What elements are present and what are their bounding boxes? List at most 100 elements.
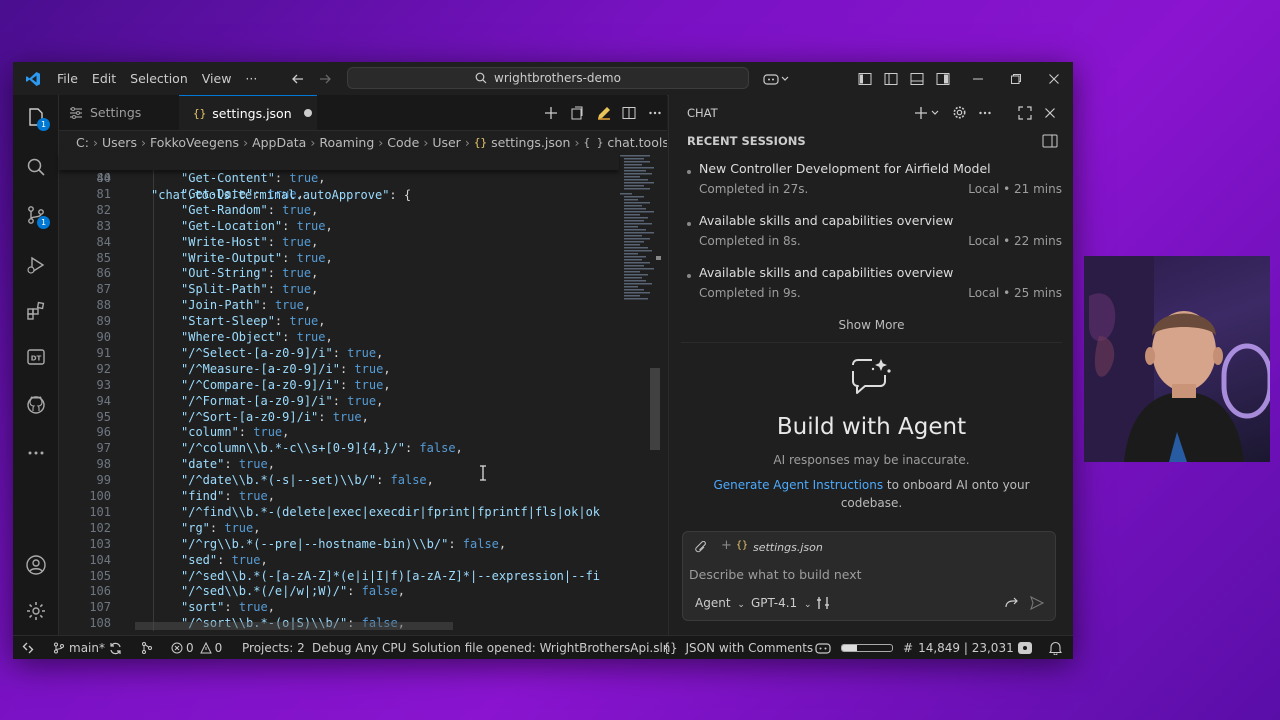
menu-view[interactable]: View xyxy=(195,71,239,86)
minimap[interactable] xyxy=(612,153,667,635)
code-line[interactable]: 90 "Where-Object": true, xyxy=(59,329,619,345)
breadcrumb-user-folder[interactable]: FokkoVeegens xyxy=(150,135,239,150)
delegate-arrow-icon[interactable] xyxy=(1005,595,1019,614)
code-line[interactable]: 93 "/^Compare-[a-z0-9]/i": true, xyxy=(59,376,619,393)
account-icon[interactable] xyxy=(13,545,58,585)
breadcrumb-users[interactable]: Users xyxy=(102,135,137,150)
code-line[interactable]: 103 "/^rg\\b.*(--pre|--hostname-bin)\\b/"… xyxy=(59,535,619,552)
debug-config[interactable]: Debug Any CPU xyxy=(312,636,406,659)
code-line[interactable]: 92 "/^Measure-[a-z0-9]/i": true, xyxy=(59,360,619,377)
branch-indicator[interactable]: main* xyxy=(53,636,105,659)
breadcrumb-user[interactable]: User xyxy=(432,135,461,150)
code-line[interactable]: 97 "/^column\\b.*-c\\s+[0-9]{4,}/": false… xyxy=(59,440,619,457)
sticky-scroll-line[interactable]: 44 "chat.tools.terminal.autoApprove": { xyxy=(59,153,619,202)
code-line[interactable]: 101 "/^find\\b.*-(delete|exec|execdir|fpr… xyxy=(59,503,619,520)
more-views-icon[interactable] xyxy=(13,433,58,473)
show-more-button[interactable]: Show More xyxy=(669,318,1073,332)
cursor-position[interactable]: # 14,849 | 23,031 xyxy=(903,636,1014,659)
language-mode[interactable]: {} JSON with Comments xyxy=(663,636,813,659)
unsaved-dot-icon[interactable] xyxy=(303,109,312,117)
mode-selector[interactable]: Agent ⌄ xyxy=(695,596,745,610)
edit-pencil-icon[interactable] xyxy=(596,95,612,130)
projects-indicator[interactable]: Projects: 2 xyxy=(242,636,305,659)
breadcrumb-symbol[interactable]: chat.tools.te xyxy=(607,135,667,150)
problems-indicator[interactable]: 0 0 xyxy=(171,636,222,659)
test-dt-icon[interactable]: DT xyxy=(13,337,58,377)
breadcrumb-file[interactable]: settings.json xyxy=(491,135,570,150)
code-line[interactable]: 91 "/^Select-[a-z0-9]/i": true, xyxy=(59,344,619,361)
extension-status-icon[interactable] xyxy=(1017,636,1033,659)
maximize-chat-icon[interactable] xyxy=(1018,95,1032,130)
toggle-secondary-sidebar-icon[interactable] xyxy=(936,62,950,95)
back-arrow-icon[interactable] xyxy=(291,62,305,95)
menu-edit[interactable]: Edit xyxy=(85,71,123,86)
editor-more-icon[interactable] xyxy=(648,95,662,130)
code-line[interactable]: 83 "Get-Location": true, xyxy=(59,217,619,234)
command-center-search[interactable]: wrightbrothers-demo xyxy=(347,67,749,89)
sync-icon[interactable] xyxy=(109,636,122,659)
copilot-menu-icon[interactable] xyxy=(763,62,791,95)
chat-input-box[interactable]: + {} settings.json Describe what to buil… xyxy=(682,531,1056,621)
code-line[interactable]: 104 "sed": true, xyxy=(59,551,619,568)
forward-arrow-icon[interactable] xyxy=(318,62,332,95)
code-line[interactable]: 100 "find": true, xyxy=(59,488,619,504)
github-icon[interactable] xyxy=(13,385,58,425)
send-icon[interactable] xyxy=(1030,595,1045,614)
code-line[interactable]: 96 "column": true, xyxy=(59,424,619,441)
code-line[interactable]: 87 "Split-Path": true, xyxy=(59,281,619,298)
toggle-panel-icon[interactable] xyxy=(910,62,924,95)
code-line[interactable]: 80 "Get-Content": true, xyxy=(59,170,619,186)
solution-status[interactable]: Solution file opened: WrightBrothersApi.… xyxy=(412,636,670,659)
menu-selection[interactable]: Selection xyxy=(123,71,195,86)
code-line[interactable]: 105 "/^sed\\b.*(-[a-zA-Z]*(e|i|I|f)[a-zA-… xyxy=(59,567,619,584)
add-context-plus-icon[interactable]: + xyxy=(721,538,732,553)
code-line[interactable]: 86 "Out-String": true, xyxy=(59,265,619,282)
menu-more[interactable]: ··· xyxy=(238,71,264,86)
chat-input-placeholder[interactable]: Describe what to build next xyxy=(689,567,862,582)
extensions-icon[interactable] xyxy=(13,291,58,331)
toggle-primary-sidebar-icon[interactable] xyxy=(884,62,898,95)
code-editor[interactable]: 80 "Get-Content": true, 81 "Get-Date": true… xyxy=(59,170,619,635)
code-line[interactable]: 106 "/^sed\\b.*(/e|/w|;W)/": false, xyxy=(59,583,619,600)
breadcrumb-code[interactable]: Code xyxy=(387,135,419,150)
code-line[interactable]: 94 "/^Format-[a-z0-9]/i": true, xyxy=(59,392,619,409)
attach-paperclip-icon[interactable] xyxy=(695,540,707,559)
close-chat-icon[interactable] xyxy=(1044,95,1056,130)
model-selector[interactable]: GPT-4.1 ⌄ xyxy=(751,596,812,610)
vscode-logo-icon[interactable] xyxy=(23,62,43,95)
menu-file[interactable]: File xyxy=(50,71,85,86)
run-debug-icon[interactable] xyxy=(13,245,58,285)
notifications-bell-icon[interactable] xyxy=(1049,636,1062,659)
manage-gear-icon[interactable] xyxy=(13,591,58,631)
new-file-plus-icon[interactable] xyxy=(544,95,558,130)
session-item[interactable]: New Controller Development for Airfield … xyxy=(669,155,1073,203)
chat-settings-gear-icon[interactable] xyxy=(952,95,967,130)
code-line[interactable]: 82 "Get-Random": true, xyxy=(59,201,619,218)
breadcrumb-drive[interactable]: C: xyxy=(59,135,89,150)
horizontal-scrollbar[interactable] xyxy=(135,622,453,630)
minimize-icon[interactable] xyxy=(972,62,984,95)
new-chat-plus-icon[interactable] xyxy=(914,95,940,130)
tab-settings[interactable]: Settings xyxy=(59,95,179,130)
source-control-icon[interactable]: 1 xyxy=(13,195,58,235)
tools-icon[interactable] xyxy=(816,595,830,614)
code-line[interactable]: 95 "/^Sort-[a-z0-9]/i": true, xyxy=(59,408,619,425)
context-file-chip[interactable]: settings.json xyxy=(753,541,823,554)
code-line[interactable]: 84 "Write-Host": true, xyxy=(59,233,619,250)
code-line[interactable]: 85 "Write-Output": true, xyxy=(59,249,619,266)
session-item[interactable]: Available skills and capabilities overvi… xyxy=(669,207,1073,255)
graph-icon[interactable] xyxy=(140,636,154,659)
chat-more-icon[interactable] xyxy=(978,95,992,130)
remote-icon[interactable] xyxy=(21,636,35,659)
code-line[interactable]: 102 "rg": true, xyxy=(59,519,619,536)
restore-icon[interactable] xyxy=(1010,62,1022,95)
code-line[interactable]: 107 "sort": true, xyxy=(59,599,619,616)
toggle-sidebar-icon[interactable] xyxy=(858,62,872,95)
tab-settings-json[interactable]: {} settings.json xyxy=(179,95,317,130)
search-view-icon[interactable] xyxy=(13,147,58,187)
code-line[interactable]: 88 "Join-Path": true, xyxy=(59,297,619,314)
quota-progress[interactable] xyxy=(841,636,893,659)
code-line[interactable]: 98 "date": true, xyxy=(59,456,619,473)
code-line[interactable]: 99 "/^date\\b.*(-s|--set)\\b/": false, xyxy=(59,472,619,489)
open-changes-icon[interactable] xyxy=(570,95,584,130)
